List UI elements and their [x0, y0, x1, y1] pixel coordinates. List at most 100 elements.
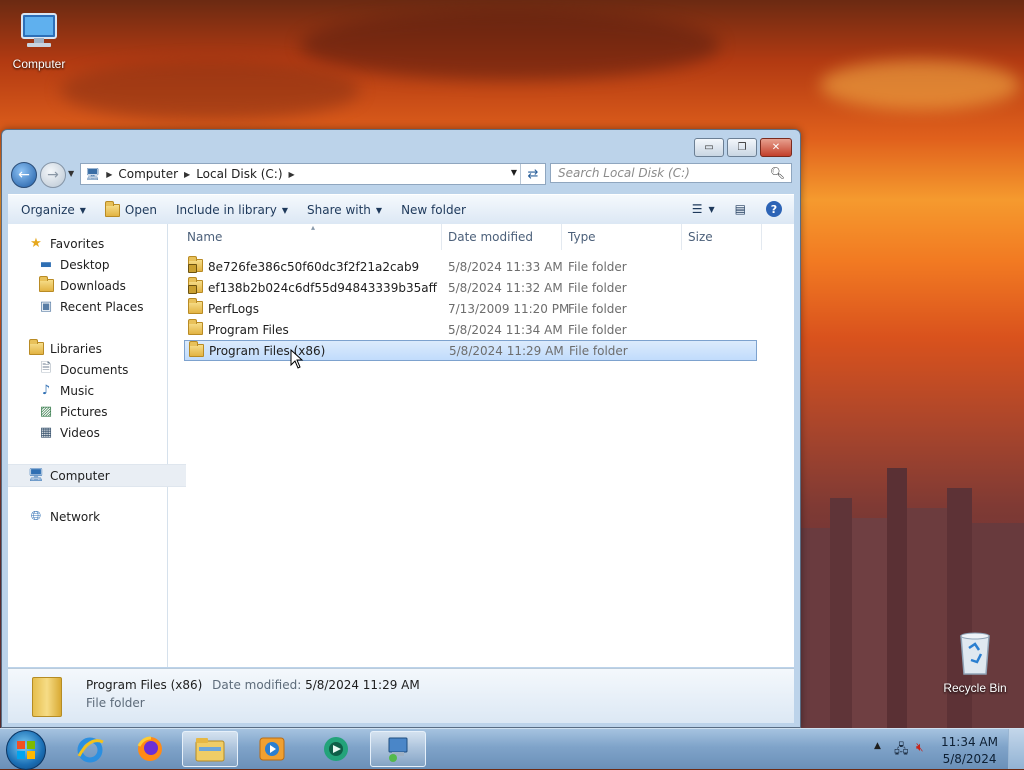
explorer-window: ▭ ❐ ✕ ← → ▼ 🖥 ▶ Computer ▶ Local Disk (C…	[1, 129, 801, 728]
videos-icon: ▦	[39, 425, 53, 440]
details-date-value: 5/8/2024 11:29 AM	[305, 678, 420, 692]
title-bar[interactable]: ▭ ❐ ✕	[2, 130, 800, 157]
breadcrumb-local-disk[interactable]: Local Disk (C:)	[196, 167, 282, 181]
maximize-icon: ❐	[737, 142, 747, 153]
folder-icon	[189, 341, 204, 360]
command-bar: Organize ▼ Open Include in library ▼ Share…	[8, 194, 794, 226]
breadcrumb-arrow-icon[interactable]: ▶	[106, 170, 112, 179]
arrow-right-icon: →	[47, 167, 59, 183]
document-icon: 🗎	[40, 360, 52, 376]
nav-label: Pictures	[60, 404, 108, 419]
nav-network[interactable]: 🌐︎ Network	[8, 506, 186, 527]
nav-label: Favorites	[50, 236, 105, 251]
folder-open-icon	[104, 200, 120, 217]
forward-button[interactable]: →	[40, 162, 66, 188]
start-button[interactable]	[6, 730, 46, 770]
table-row[interactable]: ef138b2b024c6df55d94843339b35aff 5/8/202…	[184, 277, 757, 298]
installer-icon	[388, 737, 408, 762]
close-button[interactable]: ✕	[760, 138, 792, 157]
breadcrumb-arrow-icon[interactable]: ▶	[289, 170, 295, 179]
maximize-button[interactable]: ❐	[727, 138, 757, 157]
folder-icon	[188, 319, 203, 338]
search-input[interactable]: Search Local Disk (C:) 🔍︎	[550, 163, 792, 183]
nav-label: Network	[50, 509, 101, 524]
address-dropdown-icon[interactable]: ▼	[511, 168, 517, 177]
desktop-icon: ▬	[39, 257, 53, 272]
table-row[interactable]: PerfLogs 7/13/2009 11:20 PM File folder	[184, 298, 757, 319]
file-name: 8e726fe386c50f60dc3f2f21a2cab9	[208, 259, 420, 274]
history-dropdown[interactable]: ▼	[68, 169, 74, 178]
file-name: ef138b2b024c6df55d94843339b35aff	[208, 280, 437, 295]
explorer-body: ★ Favorites ▬ Desktop Downloads ▣ Recent Pl…	[8, 223, 794, 667]
details-pane: Program Files (x86) Date modified: 5/8/2…	[8, 668, 794, 723]
clock-time: 11:34 AM	[941, 735, 998, 749]
refresh-icon: ⇄	[527, 166, 539, 182]
breadcrumb-arrow-icon[interactable]: ▶	[184, 170, 190, 179]
chevron-down-icon: ▼	[281, 205, 288, 215]
taskbar-internet-explorer[interactable]	[62, 731, 118, 767]
file-type: File folder	[568, 280, 627, 295]
new-folder-label: New folder	[401, 203, 466, 217]
address-bar[interactable]: 🖥 ▶ Computer ▶ Local Disk (C:) ▶ ▼ ⇄	[80, 163, 546, 185]
column-header-name[interactable]: Name ▴	[181, 223, 442, 250]
help-icon[interactable]: ?	[766, 201, 782, 217]
file-list: Name ▴ Date modified Type Size 8e726fe386…	[168, 223, 794, 667]
details-type: File folder	[86, 696, 145, 710]
nav-label: Downloads	[60, 278, 126, 293]
taskbar-app-green[interactable]	[308, 731, 364, 767]
new-folder-button[interactable]: New folder	[401, 203, 466, 217]
chevron-down-icon[interactable]: ▼	[709, 205, 715, 214]
column-header-size[interactable]: Size	[682, 224, 762, 250]
volume-muted-icon[interactable]: 🔇︎	[916, 740, 924, 755]
computer-icon: 🖥︎	[27, 468, 45, 483]
desktop-icon-computer[interactable]: Computer	[8, 10, 70, 71]
computer-small-icon: 🖥	[85, 167, 101, 181]
file-explorer-icon	[195, 738, 225, 762]
show-hidden-icons[interactable]: ▲	[874, 741, 881, 751]
organize-button[interactable]: Organize ▼	[21, 203, 86, 217]
back-button[interactable]: ←	[11, 162, 37, 188]
include-label: Include in library	[175, 203, 277, 217]
desktop-icon-recycle-bin[interactable]: Recycle Bin	[940, 630, 1010, 695]
show-desktop-button[interactable]	[1008, 729, 1024, 769]
search-icon[interactable]: 🔍︎	[770, 166, 785, 180]
open-button[interactable]: Open	[104, 200, 157, 217]
column-header-date[interactable]: Date modified	[442, 224, 562, 250]
breadcrumb-computer[interactable]: Computer	[118, 167, 178, 181]
column-type-label: Type	[568, 230, 596, 244]
column-header-type[interactable]: Type	[562, 224, 682, 250]
nav-favorites[interactable]: ★ Favorites	[8, 233, 186, 254]
minimize-icon: ▭	[704, 142, 714, 153]
chevron-down-icon: ▼	[375, 205, 383, 215]
computer-icon	[21, 13, 57, 47]
taskbar-media-player[interactable]	[244, 731, 300, 767]
table-row[interactable]: 8e726fe386c50f60dc3f2f21a2cab9 5/8/2024 …	[184, 256, 757, 277]
file-name: Program Files (x86)	[209, 343, 326, 358]
taskbar-app-installer[interactable]	[370, 731, 426, 767]
view-options-icon[interactable]: ☰	[692, 202, 703, 216]
nav-label: Music	[60, 383, 95, 398]
include-in-library-button[interactable]: Include in library ▼	[176, 203, 288, 217]
preview-pane-icon[interactable]: ▤	[735, 202, 746, 216]
minimize-button[interactable]: ▭	[694, 138, 724, 157]
column-date-label: Date modified	[448, 230, 534, 244]
refresh-button[interactable]: ⇄	[520, 164, 545, 184]
file-name: PerfLogs	[208, 301, 260, 316]
nav-libraries[interactable]: Libraries	[8, 338, 186, 359]
network-icon: 🌐︎	[30, 509, 42, 524]
windows-logo-icon	[17, 741, 35, 759]
taskbar-firefox[interactable]	[122, 731, 178, 767]
locked-folder-icon	[188, 277, 203, 296]
clock[interactable]: 11:34 AM 5/8/2024	[941, 734, 998, 768]
nav-label: Documents	[60, 362, 129, 377]
recent-places-icon: ▣	[39, 299, 53, 314]
table-row-selected[interactable]: Program Files (x86) 5/8/2024 11:29 AM Fi…	[184, 340, 757, 361]
share-with-button[interactable]: Share with ▼	[307, 203, 382, 217]
nav-computer[interactable]: 🖥︎ Computer	[8, 464, 186, 487]
table-row[interactable]: Program Files 5/8/2024 11:34 AM File fol…	[184, 319, 757, 340]
network-tray-icon[interactable]: 🖧	[894, 740, 909, 762]
file-date: 7/13/2009 11:20 PM	[448, 301, 570, 316]
folder-icon	[188, 298, 203, 317]
taskbar-explorer[interactable]	[182, 731, 238, 767]
details-name: Program Files (x86)	[86, 678, 203, 692]
